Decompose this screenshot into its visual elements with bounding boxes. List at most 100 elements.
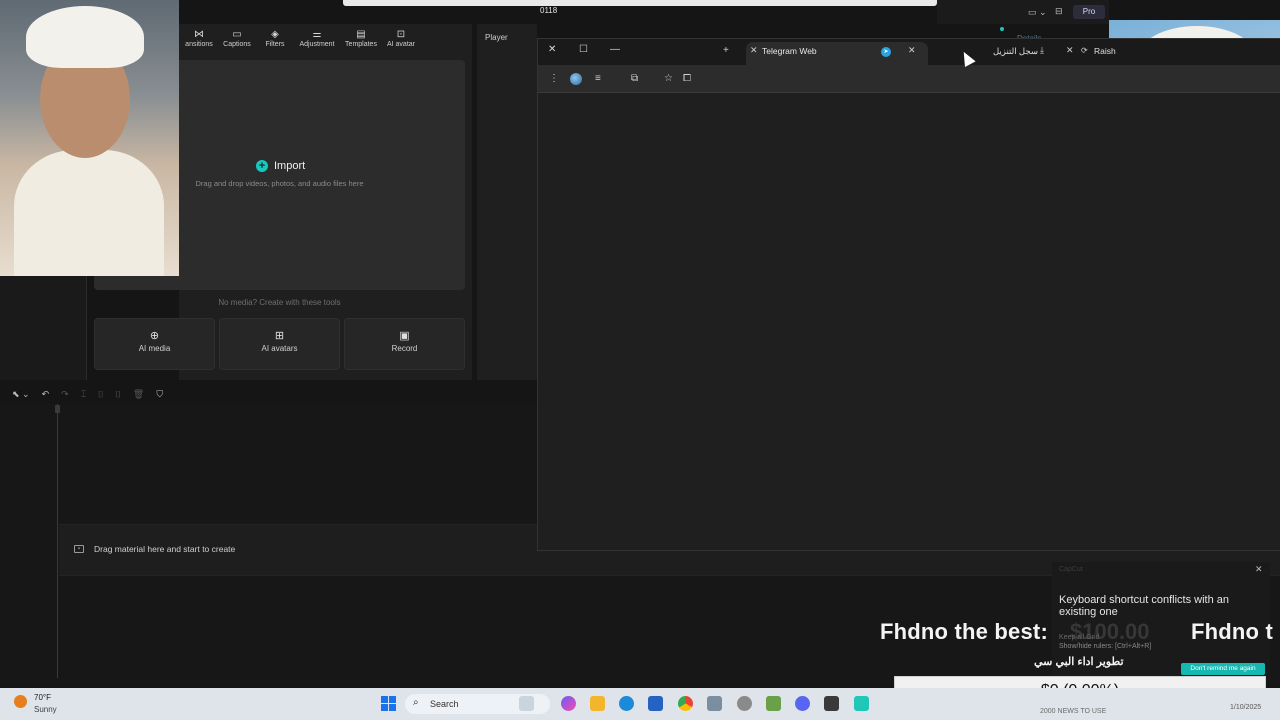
share-icon: ⟳ [1081,46,1088,55]
plus-icon: + [256,160,268,172]
close-icon[interactable]: ✕ [1255,564,1263,575]
browser-toolbar: ⋮ ≡ ⧉ ☆ ⧠ [538,65,1280,93]
ticker-amount: $100.00 [1070,619,1150,644]
close-icon[interactable]: ✕ [750,45,758,56]
taskbar [0,688,1280,720]
browser-tabbar: ✕ ☐ — + ✕ Telegram Web ➤ ✕ سجل التنزيل ⤓… [538,39,1280,65]
import-button[interactable]: + Import [256,160,305,172]
chrome-icon[interactable] [678,696,693,711]
card-label: AI media [138,344,171,353]
widgets-icon[interactable] [519,696,534,711]
layout-icon[interactable]: ▭ ⌄ [1028,7,1047,18]
app-icon[interactable] [854,696,869,711]
settings-icon[interactable]: ⊟ [1055,6,1063,17]
split-left-icon[interactable]: ⌷ [98,389,103,400]
edge-icon[interactable] [619,696,634,711]
ai-avatar-icon: ⊡ [396,28,406,40]
close-window-icon[interactable]: ✕ [548,44,556,55]
track-drop-hint: ▪ Drag material here and start to create [74,544,235,554]
tool-transitions[interactable]: ⋈ ansitions [181,29,217,48]
pro-badge[interactable]: Pro [1073,5,1105,19]
split-icon[interactable]: ⌶ [81,389,86,400]
player-label: Player [485,33,508,42]
discord-icon[interactable] [795,696,810,711]
windows-logo-icon [381,704,388,711]
tool-label: Adjustment [299,40,335,48]
start-button[interactable] [381,696,397,712]
close-icon[interactable]: ✕ [1066,45,1074,56]
arabic-caption: تطوير اداء البي سي [1034,656,1124,668]
player-panel [477,24,537,380]
capcut-icon[interactable] [824,696,839,711]
tool-templates[interactable]: ▤ Templates [341,29,381,48]
film-icon: ▪ [74,545,84,553]
tool-ai-avatar[interactable]: ⊡ AI avatar [383,29,419,48]
card-label: Record [391,344,418,353]
weather-condition: Sunny [34,705,57,714]
tray-news: 2000 NEWS TO USE [1040,708,1107,715]
transitions-icon: ⋈ [194,28,204,40]
new-tab-icon[interactable]: + [723,45,729,56]
file-explorer-icon[interactable] [590,696,605,711]
install-app-icon[interactable]: ⧠ [683,73,691,84]
tool-captions[interactable]: ▭ Captions [219,29,255,48]
profile-icon[interactable] [570,73,582,85]
ai-avatars-card[interactable]: ⊞ AI avatars [219,318,340,370]
status-dot [1000,27,1004,31]
split-right-icon[interactable]: ⌷ [116,389,121,400]
windows-logo-icon [389,704,396,711]
dont-remind-button[interactable]: Don't remind me again [1181,663,1265,675]
weather-temp: 70°F [34,693,51,702]
redo-icon[interactable]: ↷ [61,389,69,400]
ai-media-card[interactable]: ⊕ AI media [94,318,215,370]
screen: 0118 ▭ ⌄ ⊟ Pro ⋈ ansitions ▭ Captions ◈ Fil… [0,0,1280,720]
captions-icon: ▭ [232,28,242,40]
person-cap [26,6,144,68]
tool-filters[interactable]: ◈ Filters [257,29,293,48]
tab-downloads-title[interactable]: سجل التنزيل [993,46,1038,57]
playhead-line [57,404,58,678]
browser-window: ✕ ☐ — + ✕ Telegram Web ➤ ✕ سجل التنزيل ⤓… [537,38,1280,551]
record-card[interactable]: ▣ Record [344,318,465,370]
game-icon[interactable] [766,696,781,711]
select-tool-icon[interactable]: ⬉ ⌄ [12,389,30,400]
clock-date[interactable]: 1/10/2025 [1230,704,1261,711]
tool-label: AI avatar [386,40,415,48]
undo-icon[interactable]: ↶ [42,389,50,400]
star-icon[interactable]: ☆ [664,73,673,84]
store-icon[interactable] [648,696,663,711]
no-media-text: No media? Create with these tools [218,298,341,307]
reading-list-icon[interactable]: ≡ [595,73,601,84]
minimize-icon[interactable]: — [610,44,620,55]
tab-raish-title[interactable]: Raish [1094,46,1116,56]
extensions-icon[interactable]: ⧉ [631,73,638,84]
tab-title: Telegram Web [762,46,817,56]
ticker-text: Fhdno t [1191,619,1274,644]
tool-label: ansitions [185,40,213,48]
person-body [14,150,164,276]
tool-label: Filters [265,40,285,48]
toast-brand: CapCut [1059,566,1083,573]
tool-label: Captions [223,40,251,48]
telegram-icon: ➤ [881,47,891,57]
playhead-handle[interactable] [55,405,60,413]
frame-counter: 0118 [540,6,558,15]
media-toolbar: ⋈ ansitions ▭ Captions ◈ Filters ⚌ Adjustmen… [179,24,472,52]
templates-icon: ▤ [356,28,366,40]
search-label: Search [430,699,459,709]
delete-icon[interactable]: 🗑 [133,389,144,400]
drag-hint-text: Drag material here and start to create [94,544,236,554]
record-icon: ▣ [399,330,410,342]
copilot-icon[interactable] [561,696,576,711]
close-icon[interactable]: ✕ [908,45,916,56]
maximize-icon[interactable]: ☐ [579,44,588,55]
shield-icon[interactable]: ⛉ [156,389,163,400]
menu-icon[interactable]: ⋮ [549,73,559,84]
card-label: AI avatars [261,344,298,353]
adjustment-icon: ⚌ [312,28,322,40]
windows-logo-icon [389,696,396,703]
tool-adjustment[interactable]: ⚌ Adjustment [295,29,339,48]
tool-icon[interactable] [707,696,722,711]
app-icon[interactable] [737,696,752,711]
weather-icon[interactable] [14,695,27,708]
